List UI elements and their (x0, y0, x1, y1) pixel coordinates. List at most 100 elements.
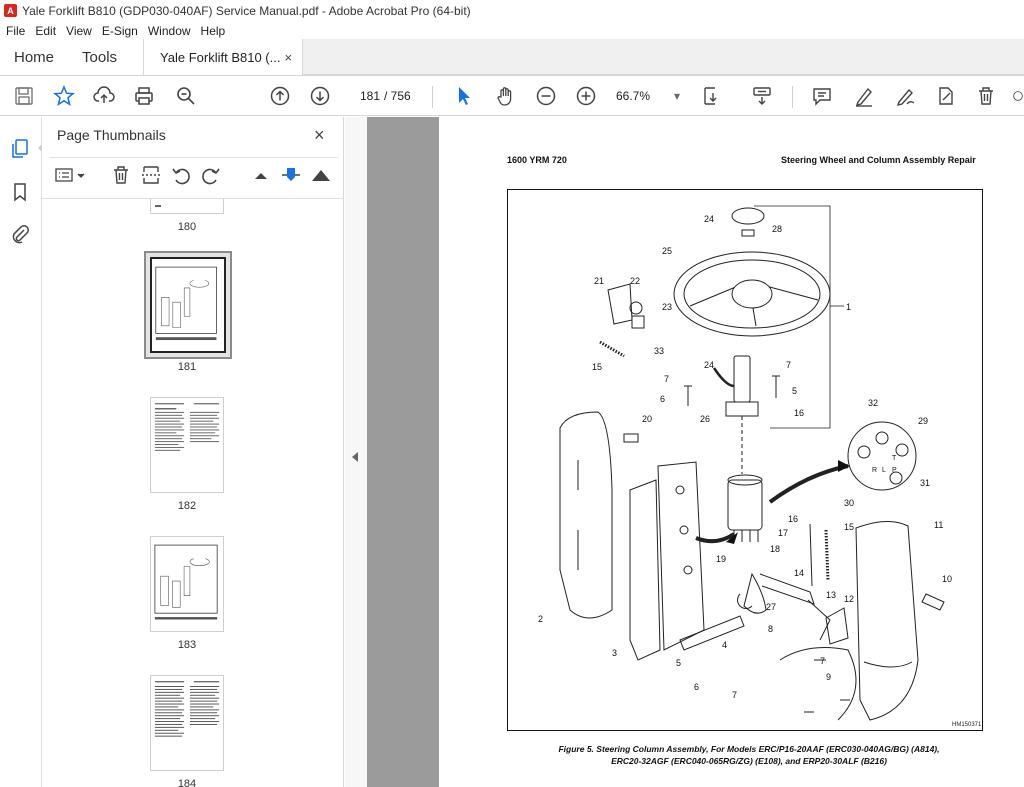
thumbnail-181-preview (155, 266, 217, 341)
sign-icon[interactable] (894, 84, 918, 108)
rotate-right-icon[interactable] (200, 164, 222, 186)
document-page: 1600 YRM 720 Steering Wheel and Column A… (439, 117, 1024, 787)
star-icon[interactable] (52, 84, 76, 108)
thumbnail-label-180: 180 (177, 221, 197, 233)
delete-icon[interactable] (974, 84, 998, 108)
callout-13: 13 (826, 590, 836, 600)
steering-column-diagram: 24 28 25 21 22 1 23 33 24 7 15 7 5 6 16 … (538, 205, 952, 721)
page-number-input[interactable]: 181 (352, 86, 380, 106)
scroll-mode-icon[interactable] (750, 84, 774, 108)
figure-caption-line-2: ERC20-32AGF (ERC040-065RG/ZG) (E108), an… (611, 756, 887, 766)
panel-splitter[interactable] (345, 117, 367, 787)
thumbnail-page-182[interactable] (150, 397, 224, 493)
thumbnail-page-180[interactable] (150, 199, 224, 214)
thumbnail-page-183[interactable] (150, 536, 224, 632)
tab-home[interactable]: Home (0, 39, 68, 75)
rotate-left-icon[interactable] (170, 164, 192, 186)
callout-24: 24 (704, 214, 714, 224)
acrobat-icon: A (4, 4, 17, 17)
thumbnail-183-preview (154, 544, 218, 620)
comment-icon[interactable] (810, 84, 834, 108)
attachment-icon[interactable] (9, 223, 31, 245)
cloud-upload-icon[interactable] (92, 84, 116, 108)
callout-32: 32 (868, 398, 878, 408)
callout-1: 1 (846, 302, 851, 312)
tab-tools[interactable]: Tools (68, 39, 131, 75)
chevron-down-icon: ▾ (673, 89, 680, 103)
insert-page-icon[interactable] (140, 164, 162, 186)
zoom-out-icon[interactable] (534, 84, 558, 108)
callout-10: 10 (942, 574, 952, 584)
callout-3: 3 (612, 648, 617, 658)
select-cursor-icon[interactable] (452, 84, 476, 108)
window-title: Yale Forklift B810 (GDP030-040AF) Servic… (22, 3, 471, 18)
callout-11: 11 (934, 520, 943, 530)
page-thumbnails-icon[interactable] (9, 137, 31, 159)
tab-bar: Home Tools Yale Forklift B810 (... × (0, 39, 1024, 76)
trash-icon[interactable] (110, 164, 132, 186)
menu-help[interactable]: Help (201, 24, 226, 38)
collapse-panel-icon[interactable] (352, 452, 358, 462)
callout-21: 21 (594, 276, 604, 286)
callout-8: 8 (768, 624, 773, 634)
menu-window[interactable]: Window (148, 24, 191, 38)
wheel-label-t: T (892, 455, 897, 462)
wheel-label-r: R (872, 467, 877, 474)
thumbnails-panel: Page Thumbnails × 180 181 182 183 184 (42, 117, 383, 787)
page-header-right: Steering Wheel and Column Assembly Repai… (781, 155, 976, 165)
toolbar-divider (792, 86, 793, 108)
thumbnail-page-184[interactable] (150, 675, 224, 771)
callout-15b: 15 (844, 522, 854, 532)
wheel-label-l: L (882, 467, 886, 474)
callout-14: 14 (794, 568, 804, 578)
zoom-search-icon[interactable] (174, 84, 198, 108)
menu-edit[interactable]: Edit (35, 24, 56, 38)
menu-view[interactable]: View (66, 24, 92, 38)
thumbnail-small-icon[interactable] (250, 164, 272, 186)
close-icon[interactable]: × (314, 125, 325, 146)
edit-document-icon[interactable] (934, 84, 958, 108)
thumbnail-page-181[interactable] (150, 257, 226, 353)
tab-document-label: Yale Forklift B810 (... (160, 49, 281, 65)
highlight-pen-icon[interactable] (852, 84, 876, 108)
callout-7b: 7 (664, 374, 669, 384)
callout-19: 19 (716, 554, 726, 564)
menu-esign[interactable]: E-Sign (102, 24, 138, 38)
page-fit-icon[interactable] (700, 84, 724, 108)
callout-25: 25 (662, 246, 672, 256)
menu-bar: File Edit View E-Sign Window Help (0, 21, 1024, 40)
thumbnail-label-184: 184 (177, 778, 197, 787)
tab-close-icon[interactable]: × (284, 50, 292, 65)
callout-4: 4 (722, 640, 727, 650)
callout-15: 15 (592, 362, 602, 372)
menu-file[interactable]: File (6, 24, 25, 38)
document-viewport[interactable]: 1600 YRM 720 Steering Wheel and Column A… (367, 117, 1024, 787)
thumbnail-options-icon[interactable] (54, 164, 88, 186)
zoom-level-dropdown[interactable]: 66.7% ▾ (616, 86, 680, 106)
prev-page-icon[interactable] (268, 84, 292, 108)
callout-6b: 6 (694, 682, 699, 692)
page-header-left: 1600 YRM 720 (507, 155, 567, 165)
callout-6: 6 (660, 394, 665, 404)
figure-caption: Figure 5. Steering Column Assembly, For … (499, 743, 999, 767)
bookmark-icon[interactable] (9, 181, 31, 203)
thumbnail-size-slider-icon[interactable] (280, 164, 302, 186)
tab-document[interactable]: Yale Forklift B810 (... × (143, 39, 304, 75)
thumbnail-label-182: 182 (177, 500, 197, 512)
callout-2: 2 (538, 614, 543, 624)
print-icon[interactable] (132, 84, 156, 108)
more-tools-icon[interactable] (1012, 84, 1024, 108)
thumbnail-large-icon[interactable] (310, 164, 332, 186)
callout-18: 18 (770, 544, 780, 554)
thumbnail-label-181: 181 (177, 361, 197, 373)
next-page-icon[interactable] (308, 84, 332, 108)
save-icon[interactable] (12, 84, 36, 108)
page-count: / 756 (384, 89, 411, 103)
callout-9: 9 (826, 672, 831, 682)
hand-tool-icon[interactable] (494, 84, 518, 108)
callout-7d: 7 (732, 690, 737, 700)
figure-id: HM150371 (952, 722, 982, 728)
zoom-in-icon[interactable] (574, 84, 598, 108)
callout-12: 12 (844, 594, 854, 604)
thumbnails-panel-title: Page Thumbnails (57, 127, 166, 143)
